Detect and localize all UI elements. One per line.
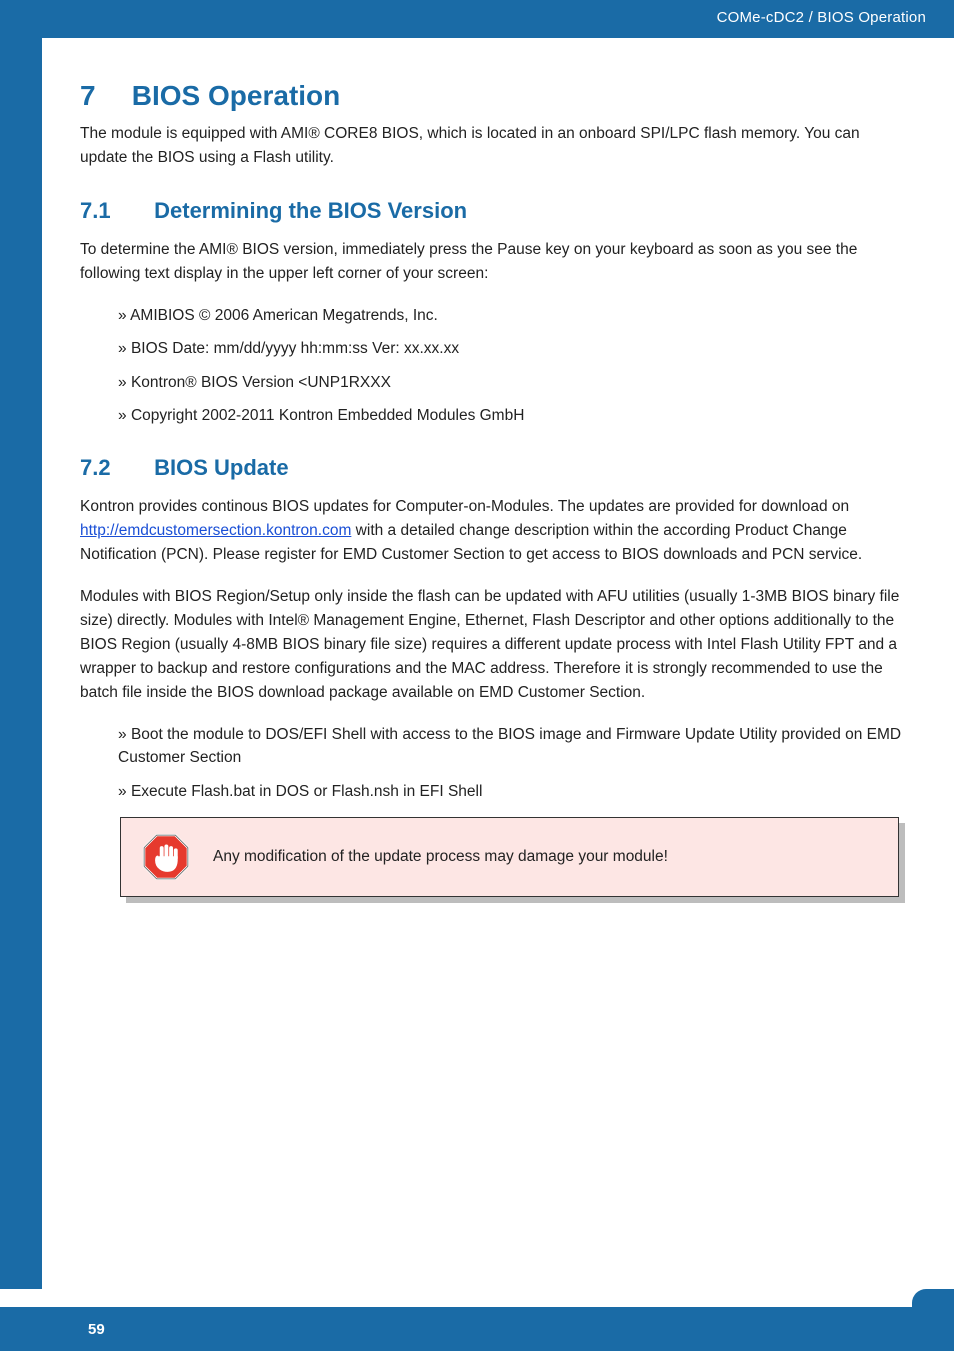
footer-band	[0, 1307, 954, 1351]
footer-corner-right	[912, 1289, 954, 1307]
header-breadcrumb: COMe-cDC2 / BIOS Operation	[717, 9, 926, 26]
section-7-2-title: BIOS Update	[154, 455, 288, 480]
section-7-heading: 7 BIOS Operation	[80, 80, 909, 112]
section-7-number: 7	[80, 80, 124, 112]
page: COMe-cDC2 / BIOS Operation 7 BIOS Operat…	[0, 0, 954, 1351]
page-number: 59	[88, 1321, 105, 1338]
section-7-2-number: 7.2	[80, 455, 148, 481]
list-item: Kontron® BIOS Version <UNP1RXXX	[118, 371, 909, 394]
section-7-1-title: Determining the BIOS Version	[154, 198, 467, 223]
section-7-title: BIOS Operation	[132, 80, 340, 111]
emd-customer-section-link[interactable]: http://emdcustomersection.kontron.com	[80, 522, 351, 539]
section-7-2-para1: Kontron provides continous BIOS updates …	[80, 495, 909, 567]
section-7-1-heading: 7.1 Determining the BIOS Version	[80, 198, 909, 224]
warning-text: Any modification of the update process m…	[213, 848, 668, 866]
list-item: BIOS Date: mm/dd/yyyy hh:mm:ss Ver: xx.x…	[118, 337, 909, 360]
section-7-2-bullets: Boot the module to DOS/EFI Shell with ac…	[118, 723, 909, 803]
section-7-2-para2: Modules with BIOS Region/Setup only insi…	[80, 585, 909, 705]
list-item: AMIBIOS © 2006 American Megatrends, Inc.	[118, 304, 909, 327]
content-area: 7 BIOS Operation The module is equipped …	[80, 80, 909, 897]
list-item: Boot the module to DOS/EFI Shell with ac…	[118, 723, 909, 770]
warning-body: Any modification of the update process m…	[120, 817, 899, 897]
section-7-2-heading: 7.2 BIOS Update	[80, 455, 909, 481]
section-7-1-intro: To determine the AMI® BIOS version, imme…	[80, 238, 909, 286]
section-7-intro: The module is equipped with AMI® CORE8 B…	[80, 122, 909, 170]
list-item: Copyright 2002-2011 Kontron Embedded Mod…	[118, 404, 909, 427]
para1-pre: Kontron provides continous BIOS updates …	[80, 498, 849, 515]
warning-box: Any modification of the update process m…	[120, 817, 899, 897]
left-spine	[0, 38, 42, 1289]
section-7-1-bullets: AMIBIOS © 2006 American Megatrends, Inc.…	[118, 304, 909, 427]
stop-hand-icon	[141, 832, 191, 882]
list-item: Execute Flash.bat in DOS or Flash.nsh in…	[118, 780, 909, 803]
section-7-1-number: 7.1	[80, 198, 148, 224]
